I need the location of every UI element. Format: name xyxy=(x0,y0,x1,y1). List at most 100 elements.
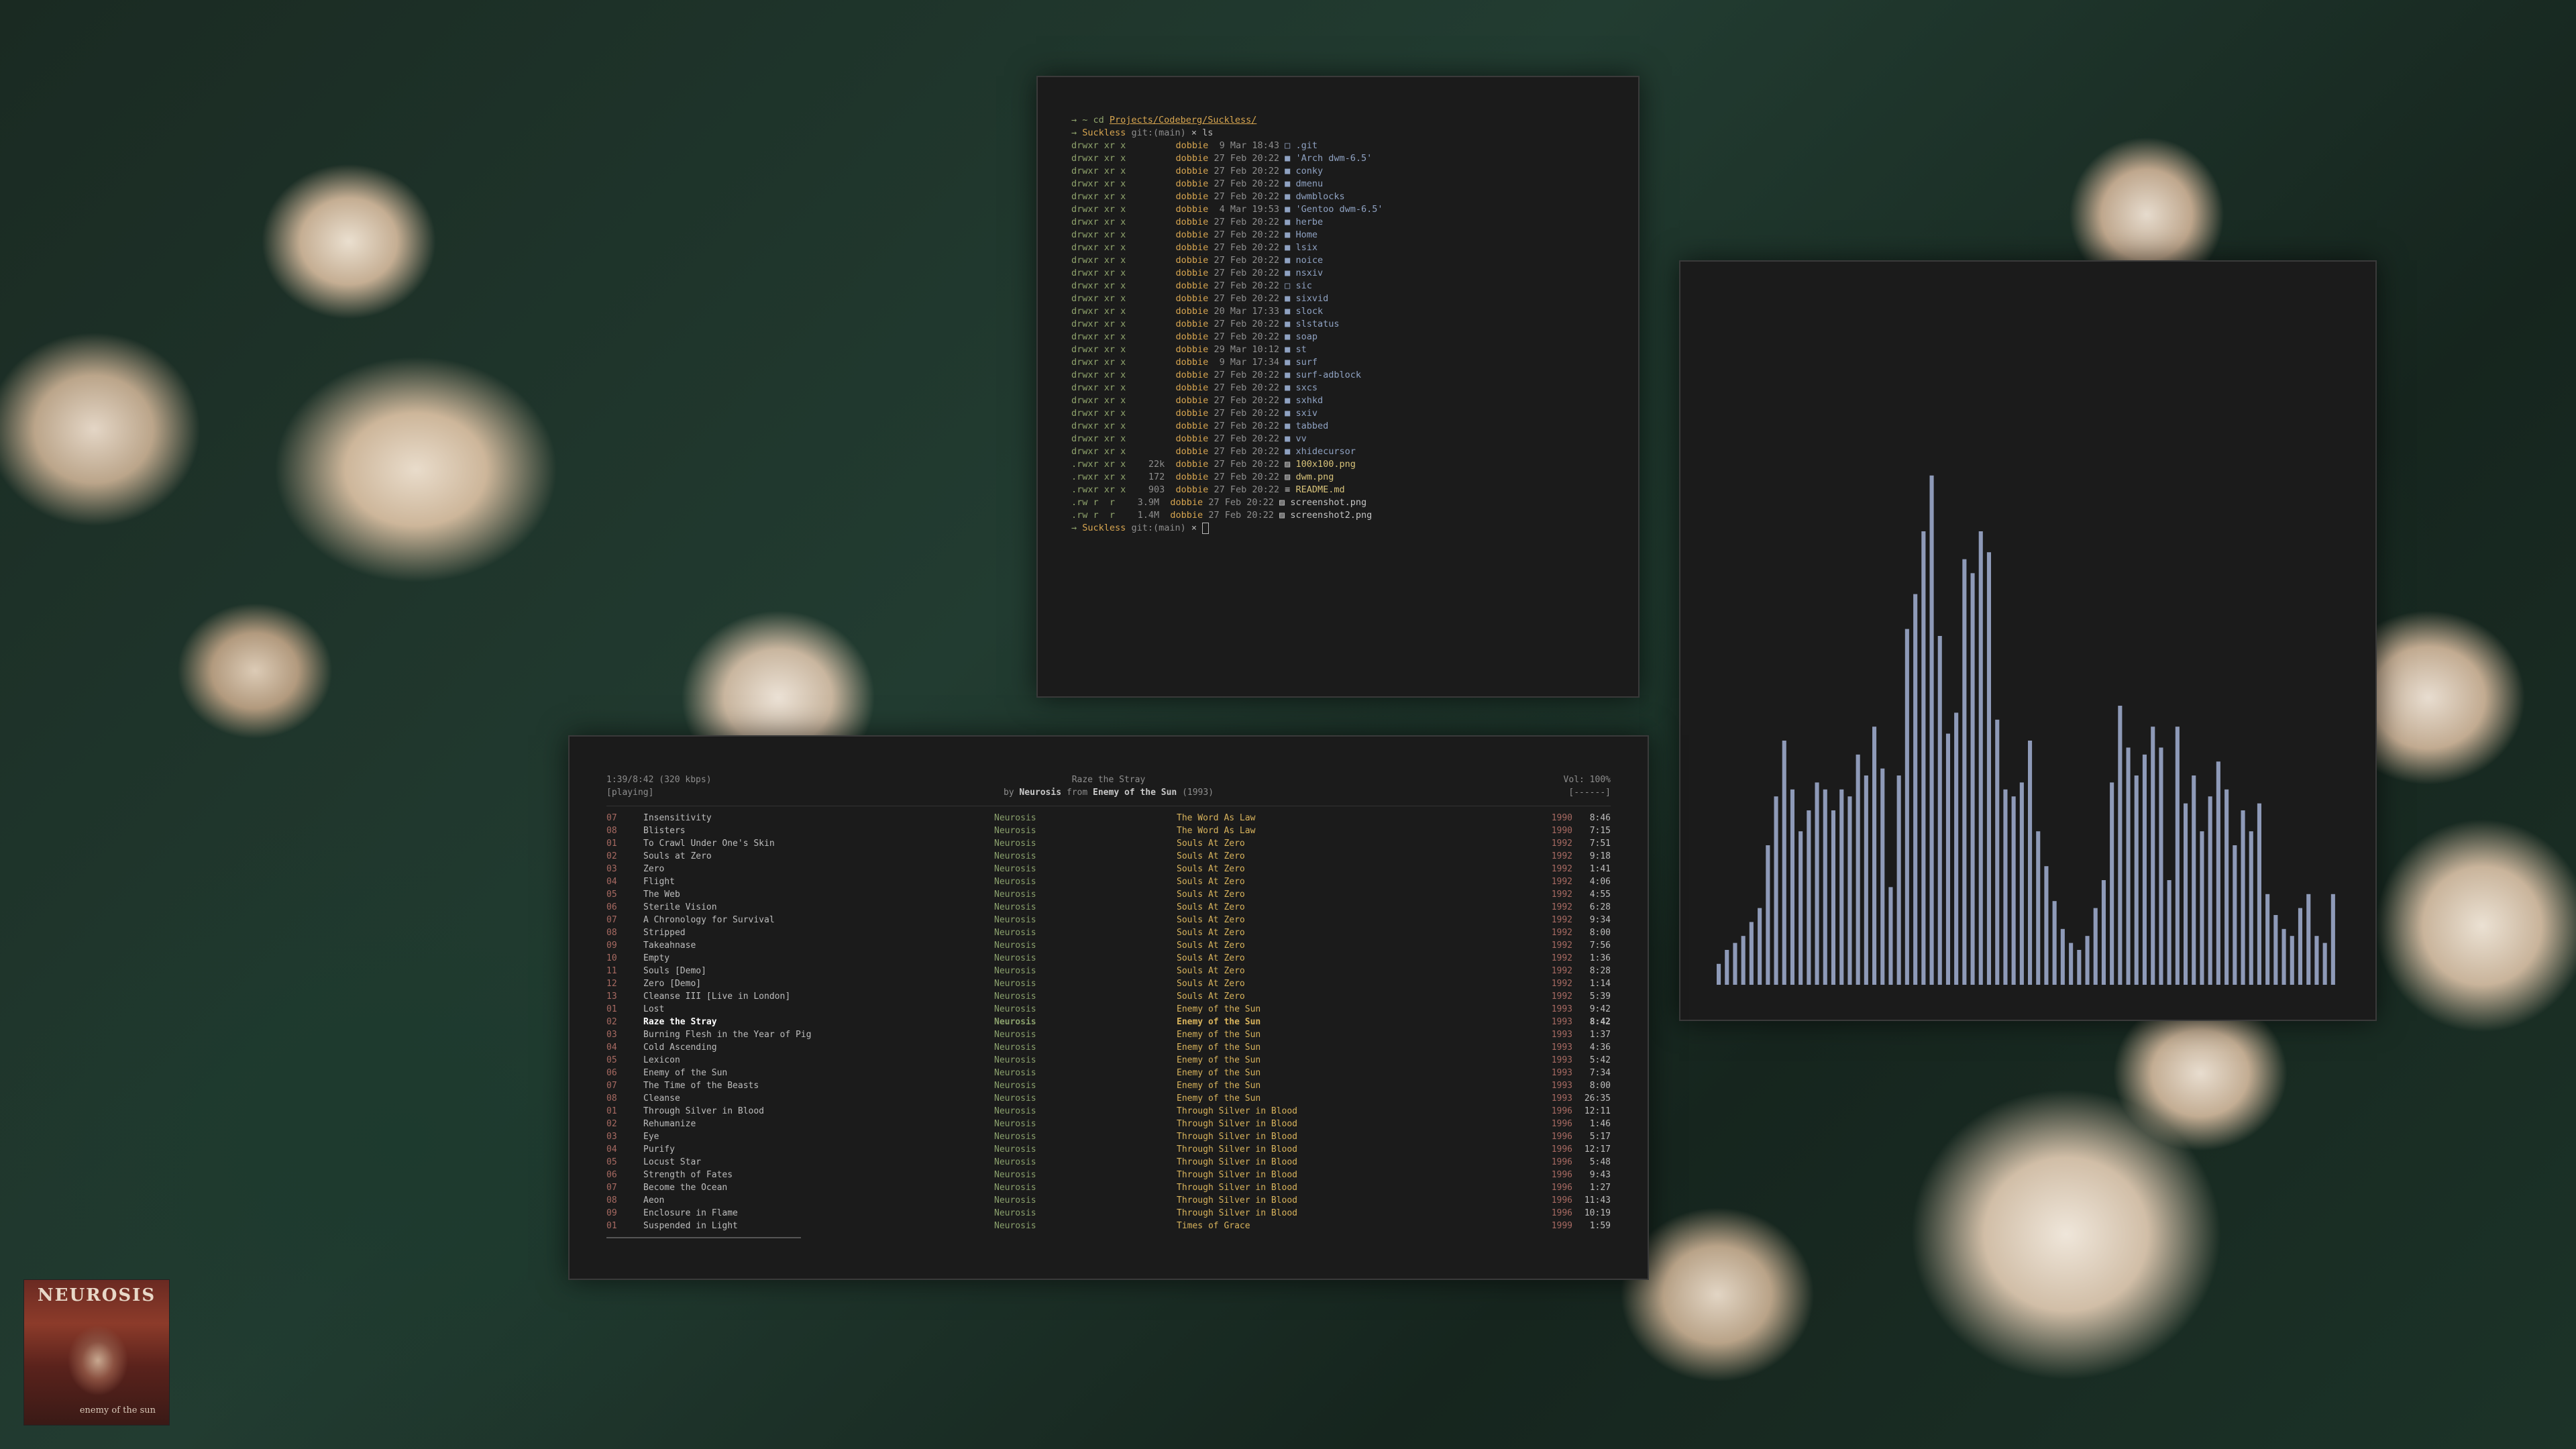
track-title: Rehumanize xyxy=(643,1119,696,1129)
track-row[interactable]: 01 Lost Neurosis Enemy of the Sun 1993 9:42 xyxy=(606,1003,1611,1016)
file-icon: ▨ xyxy=(1285,459,1291,470)
track-artist: Neurosis xyxy=(994,966,1036,976)
track-list[interactable]: 07 Insensitivity Neurosis The Word As Law 19… xyxy=(606,812,1611,1232)
ls-date: 27 Feb 20:22 xyxy=(1214,178,1280,189)
track-length: 4:36 xyxy=(1589,1042,1611,1053)
track-row[interactable]: 05 The Web Neurosis Souls At Zero 1992 4:55 xyxy=(606,888,1611,901)
music-player-window[interactable]: 1:39/8:42 (320 kbps) [playing] Raze the … xyxy=(568,735,1649,1280)
track-row[interactable]: 05 Locust Star Neurosis Through Silver in B… xyxy=(606,1156,1611,1169)
ls-date: 9 Mar 18:43 xyxy=(1214,140,1280,151)
track-row[interactable]: 12 Zero [Demo] Neurosis Souls At Zero 1992 1:… xyxy=(606,977,1611,990)
track-title: Lost xyxy=(643,1004,665,1014)
terminal-prompt-line[interactable]: → Suckless git:(main) × xyxy=(1071,522,1383,535)
track-row[interactable]: 05 Lexicon Neurosis Enemy of the Sun 1993 5:4… xyxy=(606,1054,1611,1067)
track-title: Strength of Fates xyxy=(643,1170,733,1180)
audio-visualizer-window[interactable] xyxy=(1679,260,2377,1021)
folder-icon: ■ xyxy=(1285,382,1291,393)
track-number: 01 xyxy=(606,1004,617,1014)
track-album: Souls At Zero xyxy=(1177,839,1245,849)
folder-icon: ■ xyxy=(1285,217,1291,227)
track-row[interactable]: 13 Cleanse III [Live in London] Neurosis So… xyxy=(606,990,1611,1003)
ls-size: 903 xyxy=(1148,484,1165,495)
track-number: 11 xyxy=(606,966,617,976)
spectrum-bar xyxy=(1954,712,1959,985)
track-length: 11:43 xyxy=(1584,1195,1611,1205)
spectrum-bar xyxy=(2052,901,2057,985)
track-title: Cleanse III [Live in London] xyxy=(643,991,791,1002)
spectrum-bar xyxy=(1749,922,1754,985)
track-row[interactable]: 02 Rehumanize Neurosis Through Silver in Bl… xyxy=(606,1118,1611,1130)
ls-size: 1.4M xyxy=(1137,510,1160,521)
track-row[interactable]: 06 Strength of Fates Neurosis Through Silve… xyxy=(606,1169,1611,1181)
track-row[interactable]: 06 Enemy of the Sun Neurosis Enemy of the S… xyxy=(606,1067,1611,1079)
track-row[interactable]: 09 Takeahnase Neurosis Souls At Zero 1992 7:5… xyxy=(606,939,1611,952)
ls-owner: dobbie xyxy=(1175,344,1209,355)
volume-info[interactable]: Vol: 100% [------] xyxy=(1564,773,1611,799)
track-row[interactable]: 07 Insensitivity Neurosis The Word As Law 19… xyxy=(606,812,1611,824)
ls-date: 27 Feb 20:22 xyxy=(1214,472,1280,482)
track-row[interactable]: 06 Sterile Vision Neurosis Souls At Zero 199… xyxy=(606,901,1611,914)
ls-permissions: drwxr xr x xyxy=(1071,382,1126,393)
track-row[interactable]: 03 Zero Neurosis Souls At Zero 1992 1:41 xyxy=(606,863,1611,875)
track-row[interactable]: 08 Blisters Neurosis The Word As Law 1990 7:1… xyxy=(606,824,1611,837)
track-year: 1992 xyxy=(1551,953,1572,963)
track-title: Zero [Demo] xyxy=(643,979,702,989)
ls-owner: dobbie xyxy=(1175,178,1209,189)
spectrum-bar xyxy=(1945,733,1950,985)
track-row[interactable]: 03 Burning Flesh in the Year of Pig Neuros… xyxy=(606,1028,1611,1041)
spectrum-bar xyxy=(2028,741,2033,985)
track-row[interactable]: 08 Cleanse Neurosis Enemy of the Sun 1993 26:… xyxy=(606,1092,1611,1105)
track-year: 1992 xyxy=(1551,864,1572,874)
folder-icon: ■ xyxy=(1285,242,1291,253)
ls-entry: drwxr xr x dobbie 27 Feb 20:22 ■ surf-ad… xyxy=(1071,369,1383,382)
track-row[interactable]: 01 Suspended in Light Neurosis Times of Gra… xyxy=(606,1220,1611,1232)
track-row[interactable]: 11 Souls [Demo] Neurosis Souls At Zero 1992 8… xyxy=(606,965,1611,977)
track-number: 05 xyxy=(606,1157,617,1167)
now-playing-album: Enemy of the Sun xyxy=(1093,788,1177,798)
ls-date: 27 Feb 20:22 xyxy=(1214,242,1280,253)
track-number: 08 xyxy=(606,928,617,938)
track-title: To Crawl Under One's Skin xyxy=(643,839,775,849)
volume-bar[interactable]: [------] xyxy=(1564,786,1611,799)
terminal-window[interactable]: → ~ cd Projects/Codeberg/Suckless/ → Suc… xyxy=(1036,76,1640,698)
ls-owner: dobbie xyxy=(1175,357,1209,368)
track-row[interactable]: 02 Souls at Zero Neurosis Souls At Zero 1992… xyxy=(606,850,1611,863)
track-row[interactable]: 04 Flight Neurosis Souls At Zero 1992 4:06 xyxy=(606,875,1611,888)
track-row[interactable]: 03 Eye Neurosis Through Silver in Blood 1996… xyxy=(606,1130,1611,1143)
track-row[interactable]: 07 Become the Ocean Neurosis Through Silver… xyxy=(606,1181,1611,1194)
track-year: 1996 xyxy=(1551,1208,1572,1218)
folder-icon: ■ xyxy=(1285,370,1291,380)
track-row[interactable]: 10 Empty Neurosis Souls At Zero 1992 1:36 xyxy=(606,952,1611,965)
track-title: The Time of the Beasts xyxy=(643,1081,759,1091)
track-row[interactable]: 09 Enclosure in Flame Neurosis Through Silv… xyxy=(606,1207,1611,1220)
ls-owner: dobbie xyxy=(1175,382,1209,393)
track-artist: Neurosis xyxy=(994,1157,1036,1167)
track-row[interactable]: 08 Aeon Neurosis Through Silver in Blood 199… xyxy=(606,1194,1611,1207)
track-artist: Neurosis xyxy=(994,1132,1036,1142)
progress-bar[interactable] xyxy=(606,1237,801,1238)
track-album: Souls At Zero xyxy=(1177,877,1245,887)
ls-date: 27 Feb 20:22 xyxy=(1214,191,1280,202)
spectrum-bar xyxy=(1758,908,1762,985)
track-row[interactable]: 08 Stripped Neurosis Souls At Zero 1992 8:00 xyxy=(606,926,1611,939)
spectrum-bar xyxy=(2282,928,2286,985)
track-year: 1992 xyxy=(1551,915,1572,925)
folder-icon: ■ xyxy=(1285,229,1291,240)
ls-date: 27 Feb 20:22 xyxy=(1214,433,1280,444)
track-artist: Neurosis xyxy=(994,1183,1036,1193)
folder-icon: ■ xyxy=(1285,446,1291,457)
track-row[interactable]: 01 To Crawl Under One's Skin Neurosis Souls… xyxy=(606,837,1611,850)
track-row[interactable]: 04 Cold Ascending Neurosis Enemy of the Sun… xyxy=(606,1041,1611,1054)
track-title: Flight xyxy=(643,877,675,887)
track-row-current[interactable]: 02 Raze the Stray Neurosis Enemy of the Sun… xyxy=(606,1016,1611,1028)
ls-date: 27 Feb 20:22 xyxy=(1214,229,1280,240)
track-row[interactable]: 07 The Time of the Beasts Neurosis Enemy of… xyxy=(606,1079,1611,1092)
spectrum-bar xyxy=(1929,475,1934,985)
spectrum-bar xyxy=(1717,963,1721,985)
ls-date: 27 Feb 20:22 xyxy=(1214,408,1280,419)
track-year: 1992 xyxy=(1551,851,1572,861)
track-row[interactable]: 04 Purify Neurosis Through Silver in Blood 1… xyxy=(606,1143,1611,1156)
track-row[interactable]: 01 Through Silver in Blood Neurosis Through… xyxy=(606,1105,1611,1118)
ls-name: 'Gentoo dwm-6.5' xyxy=(1295,204,1383,215)
track-row[interactable]: 07 A Chronology for Survival Neurosis Souls… xyxy=(606,914,1611,926)
